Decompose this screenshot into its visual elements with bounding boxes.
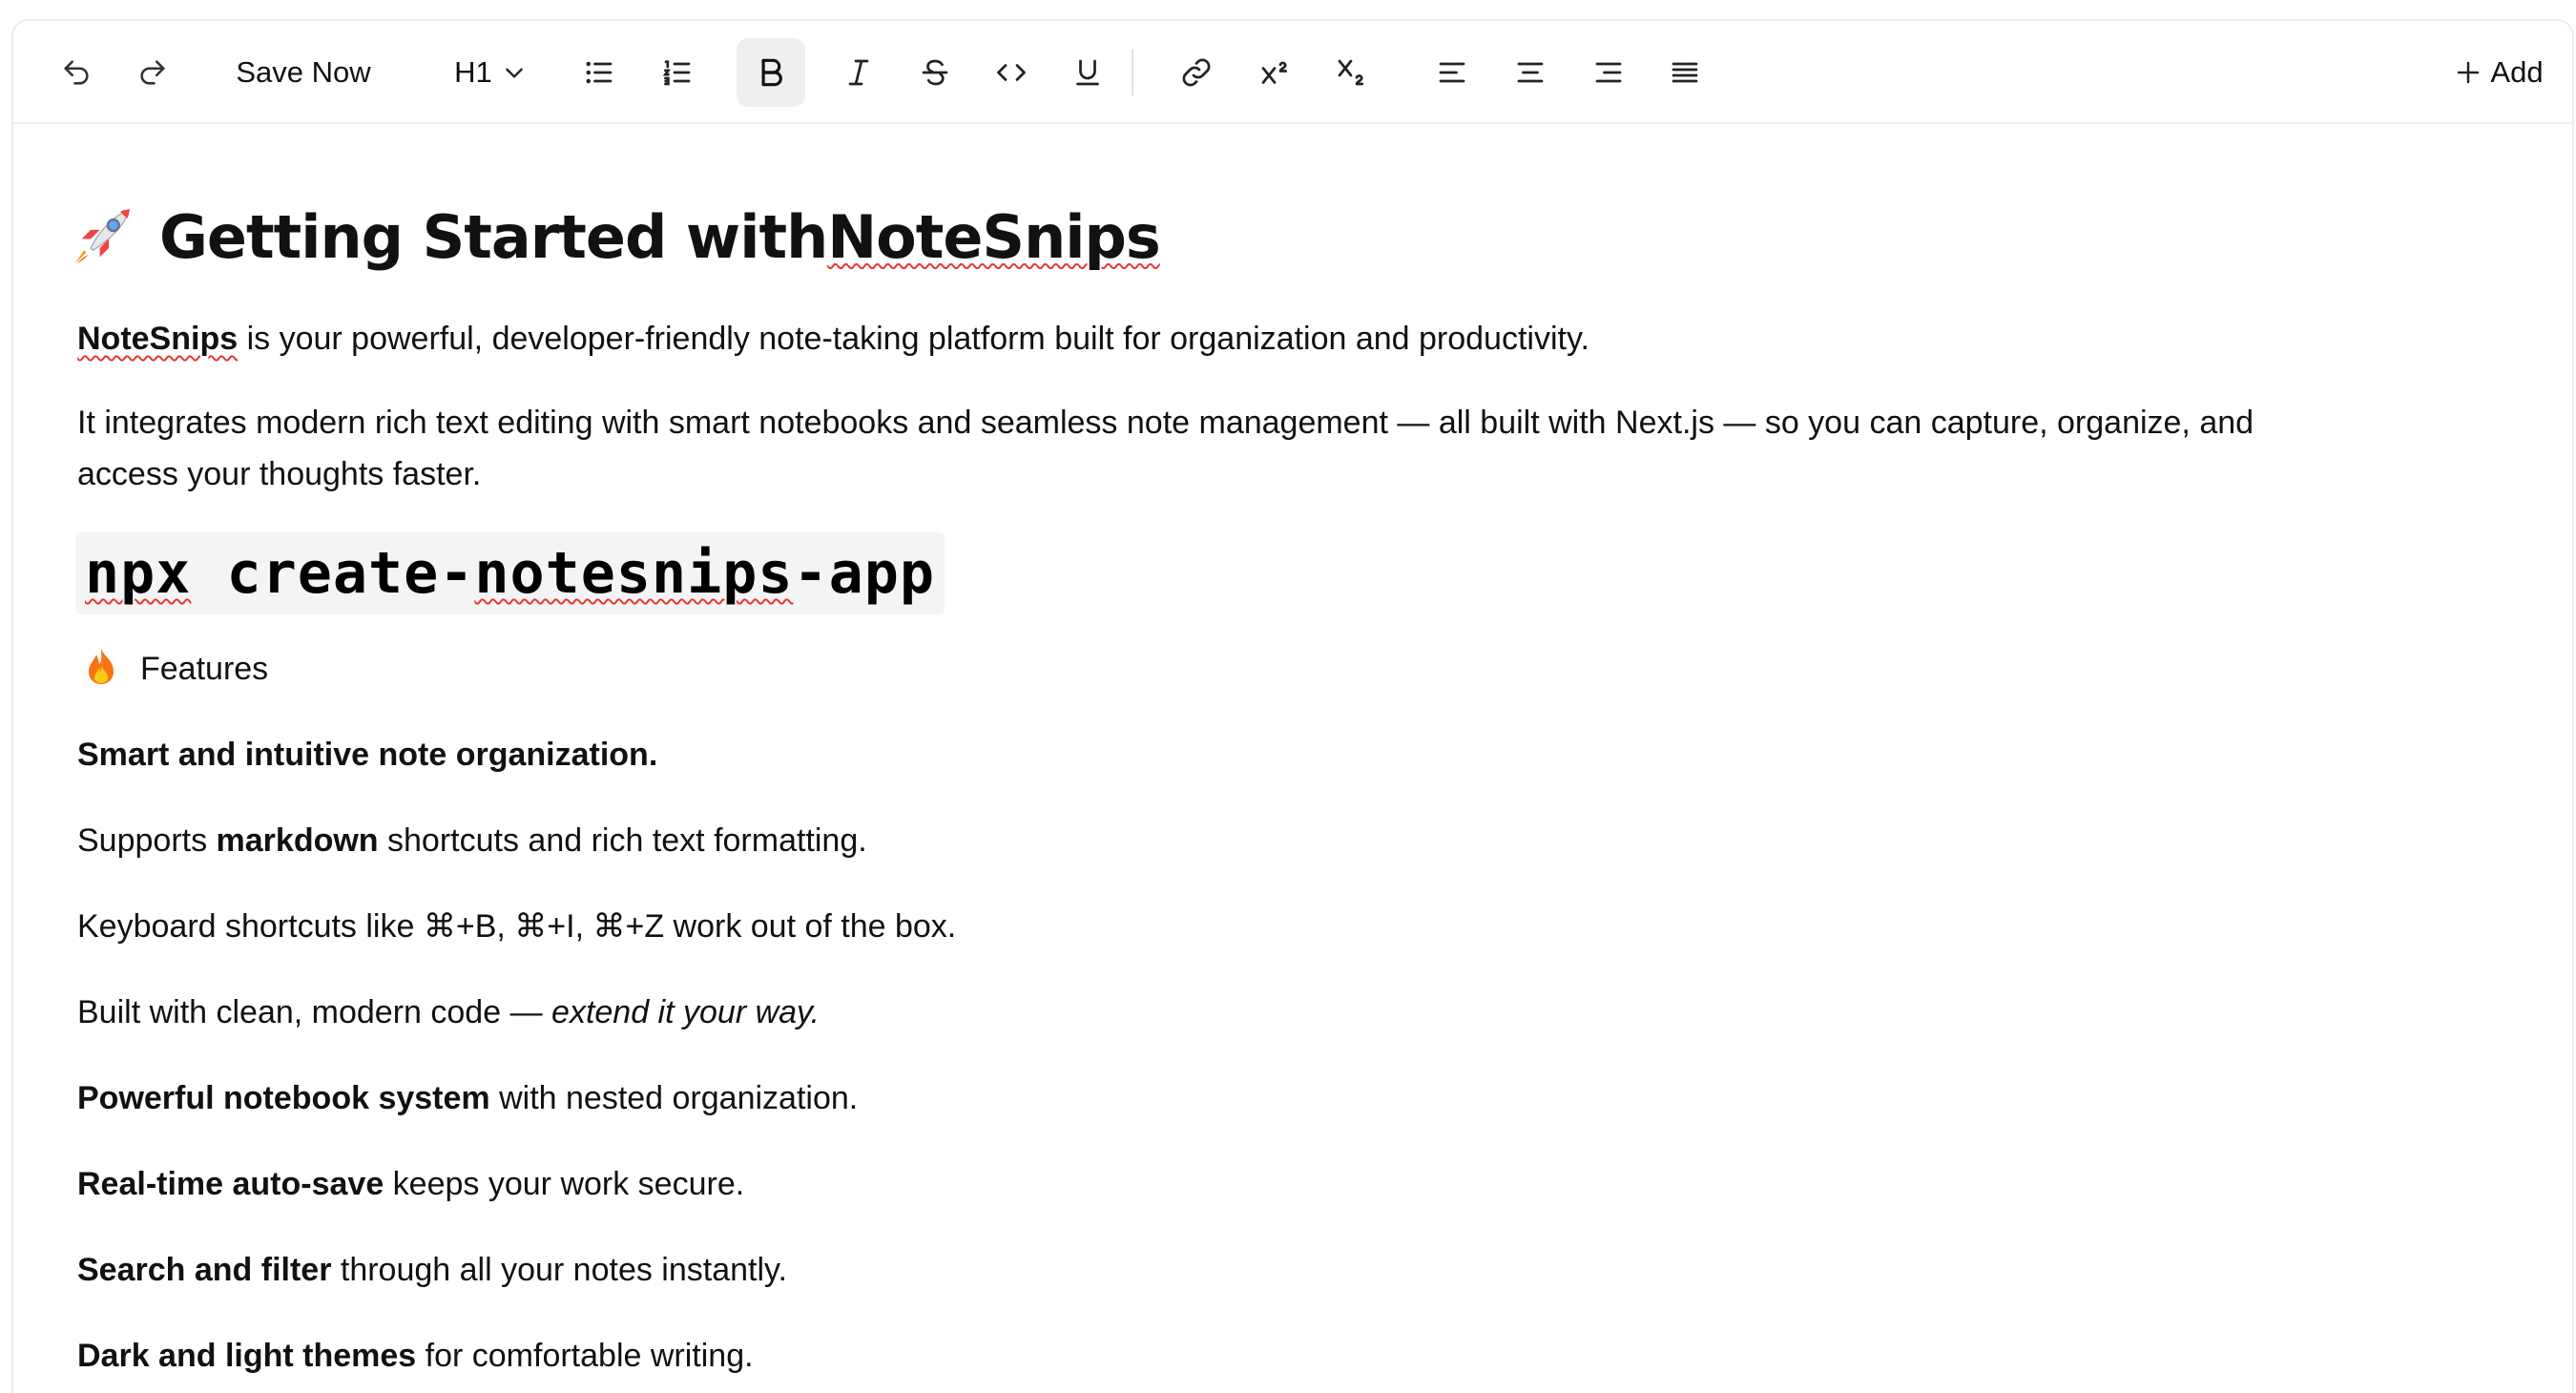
bold-button[interactable] (737, 38, 805, 107)
superscript-button[interactable] (1246, 38, 1303, 107)
features-label: Features (140, 651, 269, 687)
bullet-list-button[interactable] (571, 38, 628, 107)
feature-built-before: Built with clean, modern code — (77, 994, 552, 1030)
subscript-button[interactable] (1322, 38, 1380, 107)
bold-icon (753, 54, 789, 91)
redo-button[interactable] (124, 38, 181, 107)
code-notesnips: notesnips (474, 540, 794, 607)
feature-search-rest: through all your notes instantly. (331, 1252, 787, 1288)
toolbar: Save Now H1 Add (13, 21, 2572, 124)
align-center-button[interactable] (1502, 38, 1559, 107)
page-title-brand: NoteSnips (827, 201, 1160, 272)
strikethrough-icon (918, 55, 952, 90)
feature-autosave-rest: keeps your work secure. (384, 1166, 745, 1202)
add-label: Add (2490, 55, 2544, 89)
feature-markdown: Supports markdown shortcuts and rich tex… (77, 815, 867, 866)
feature-search-bold: Search and filter (77, 1252, 332, 1288)
feature-smart-text: Smart and intuitive note organization. (77, 737, 658, 773)
page-title-text-start: Getting Started with (159, 201, 828, 272)
bullet-list-icon (582, 55, 616, 90)
integration-paragraph-line2: access your thoughts faster. (77, 456, 482, 492)
ordered-list-icon (660, 55, 695, 90)
align-left-icon (1435, 55, 1469, 90)
code-block: npx create-notesnips -app (75, 532, 945, 614)
feature-smart: Smart and intuitive note organization. (77, 729, 657, 780)
intro-brand: NoteSnips (77, 321, 239, 357)
feature-notebook-rest: with nested organization. (489, 1080, 859, 1116)
undo-button[interactable] (48, 38, 105, 107)
subscript-icon (1334, 55, 1368, 90)
undo-icon (60, 56, 93, 89)
feature-search: Search and filter through all your notes… (77, 1244, 787, 1296)
page-title: Getting Started with NoteSnips (66, 189, 1161, 284)
align-right-icon (1591, 55, 1626, 90)
rocket-emoji-icon (66, 200, 138, 273)
feature-shortcuts: Keyboard shortcuts like ⌘+B, ⌘+I, ⌘+Z wo… (77, 908, 957, 945)
plus-icon (2454, 58, 2483, 87)
feature-built-italic: extend it your way. (551, 994, 820, 1030)
feature-notebook: Powerful notebook system with nested org… (77, 1072, 858, 1124)
ordered-list-button[interactable] (649, 38, 706, 107)
intro-text: is your powerful, developer-friendly not… (238, 321, 1589, 357)
feature-markdown-bold: markdown (216, 822, 379, 859)
chevron-down-icon (502, 60, 527, 85)
feature-notebook-bold: Powerful notebook system (77, 1080, 490, 1116)
underline-icon (1070, 55, 1105, 90)
heading-dropdown[interactable]: H1 (443, 38, 538, 107)
toolbar-divider (1132, 50, 1133, 95)
feature-markdown-before: Supports (77, 822, 217, 859)
align-justify-button[interactable] (1656, 38, 1714, 107)
fire-emoji-icon (85, 647, 117, 685)
italic-button[interactable] (830, 38, 887, 107)
align-center-icon (1513, 55, 1548, 90)
intro-paragraph: NoteSnips is your powerful, developer-fr… (77, 313, 1589, 364)
features-heading: Features (77, 643, 268, 695)
feature-themes-bold: Dark and light themes (77, 1338, 417, 1374)
code-button[interactable] (983, 38, 1040, 107)
editor: Save Now H1 Add Getting Started with Not… (11, 19, 2574, 1393)
heading-label: H1 (454, 55, 492, 89)
integration-paragraph-line1: It integrates modern rich text editing w… (77, 405, 2254, 441)
feature-built: Built with clean, modern code — extend i… (77, 987, 820, 1038)
link-icon (1179, 55, 1214, 90)
link-button[interactable] (1168, 38, 1225, 107)
save-now-button[interactable]: Save Now (218, 38, 389, 107)
italic-icon (841, 55, 876, 90)
feature-autosave: Real-time auto-save keeps your work secu… (77, 1158, 744, 1210)
code-npx: npx (85, 540, 192, 607)
strikethrough-button[interactable] (906, 38, 964, 107)
align-justify-icon (1668, 55, 1702, 90)
code-icon (994, 55, 1028, 90)
feature-themes-rest: for comfortable writing. (416, 1338, 754, 1374)
align-left-button[interactable] (1423, 38, 1481, 107)
superscript-icon (1257, 55, 1292, 90)
underline-button[interactable] (1059, 38, 1116, 107)
feature-autosave-bold: Real-time auto-save (77, 1166, 384, 1202)
align-right-button[interactable] (1580, 38, 1637, 107)
redo-icon (136, 56, 169, 89)
add-button[interactable]: Add (2437, 38, 2561, 107)
feature-markdown-after: shortcuts and rich text formatting. (378, 822, 867, 859)
